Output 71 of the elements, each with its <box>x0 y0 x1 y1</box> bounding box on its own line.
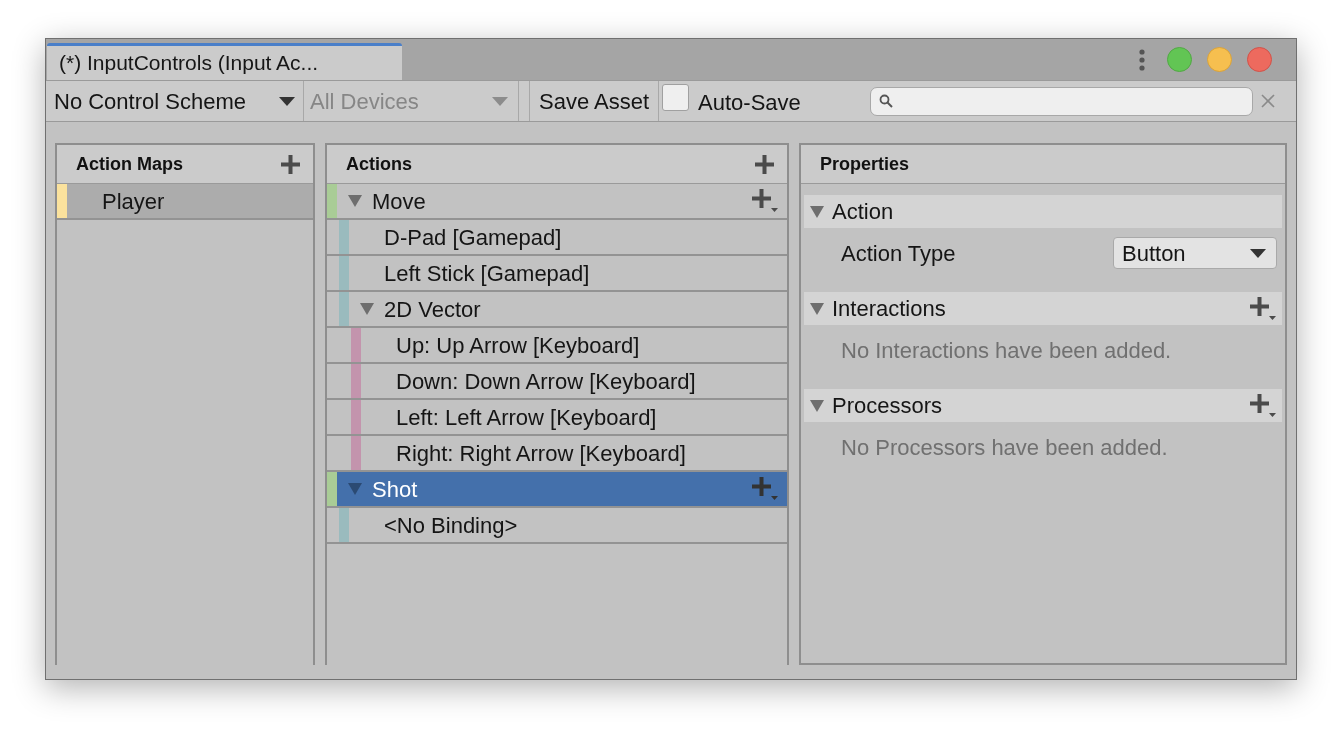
close-icon[interactable] <box>1247 47 1272 72</box>
tree-row[interactable]: Down: Down Arrow [Keyboard] <box>327 364 787 400</box>
section-title: Interactions <box>832 295 946 323</box>
tree-row[interactable]: Up: Up Arrow [Keyboard] <box>327 328 787 364</box>
stripe-icon <box>327 184 337 218</box>
row-label: Shot <box>372 475 418 504</box>
row-label: Left Stick [Gamepad] <box>384 259 590 288</box>
section-title: Processors <box>832 392 943 420</box>
caret-icon <box>1250 248 1266 258</box>
tree-row[interactable]: Shot <box>327 472 787 508</box>
row-label: Right: Right Arrow [Keyboard] <box>396 439 686 468</box>
stripe-icon <box>351 328 361 362</box>
search-field[interactable] <box>870 86 1253 116</box>
plus-icon[interactable] <box>755 154 774 174</box>
row-label: Move <box>372 187 426 216</box>
map-row[interactable]: Player <box>57 184 313 220</box>
tree-row[interactable]: D-Pad [Gamepad] <box>327 220 787 256</box>
stripe-icon <box>351 364 361 398</box>
row-label: <No Binding> <box>384 511 518 540</box>
control-scheme-dropdown[interactable]: No Control Scheme <box>46 81 304 121</box>
plus-caret-icon[interactable] <box>752 189 778 213</box>
tree-row[interactable]: 2D Vector <box>327 292 787 328</box>
row-label: Left: Left Arrow [Keyboard] <box>396 403 657 432</box>
stripe-icon <box>57 184 67 218</box>
empty-message: No Interactions have been added. <box>841 336 1172 365</box>
stripe-icon <box>339 220 349 254</box>
stripe-icon <box>351 400 361 434</box>
stripe-icon <box>339 292 349 326</box>
stripe-icon <box>327 472 337 506</box>
plus-caret-icon[interactable] <box>1250 393 1276 418</box>
row-label: D-Pad [Gamepad] <box>384 223 562 252</box>
section-header[interactable]: Action <box>804 195 1282 228</box>
triangle-down-icon[interactable] <box>348 483 362 495</box>
save-asset-button[interactable]: Save Asset <box>530 81 660 121</box>
section-header[interactable]: Interactions <box>804 292 1282 325</box>
auto-save-checkbox[interactable] <box>662 84 690 111</box>
stripe-icon <box>339 508 349 542</box>
stripe-icon <box>339 256 349 290</box>
row-label: 2D Vector <box>384 295 481 324</box>
section-header[interactable]: Processors <box>804 389 1282 422</box>
empty-message: No Processors have been added. <box>841 433 1168 462</box>
minimize-icon[interactable] <box>1207 47 1232 72</box>
section-title: Action <box>832 198 894 226</box>
row-label: Down: Down Arrow [Keyboard] <box>396 367 696 396</box>
tree-row[interactable]: <No Binding> <box>327 508 787 544</box>
caret-icon <box>492 96 508 106</box>
triangle-down-icon[interactable] <box>360 303 374 315</box>
tree-row[interactable]: Left Stick [Gamepad] <box>327 256 787 292</box>
tree-row[interactable]: Move <box>327 184 787 220</box>
panel-title: Properties <box>820 152 910 176</box>
search-icon <box>879 94 893 108</box>
more-menu-icon[interactable] <box>1139 48 1145 71</box>
panel-title: Actions <box>346 152 412 176</box>
window-tab[interactable]: (*) InputControls (Input Ac... <box>47 43 402 80</box>
clear-icon[interactable] <box>1261 94 1275 108</box>
plus-caret-icon[interactable] <box>752 477 778 501</box>
plus-icon[interactable] <box>281 154 300 174</box>
stripe-icon <box>351 436 361 470</box>
auto-save-label: Auto-Save <box>698 89 801 117</box>
triangle-down-icon[interactable] <box>348 195 362 207</box>
triangle-down-icon[interactable] <box>810 205 824 218</box>
triangle-down-icon[interactable] <box>810 399 824 412</box>
caret-icon <box>279 96 295 106</box>
field-label: Action Type <box>841 239 956 268</box>
action-type-dropdown[interactable]: Button <box>1113 237 1277 269</box>
tree-row[interactable]: Left: Left Arrow [Keyboard] <box>327 400 787 436</box>
plus-caret-icon[interactable] <box>1250 296 1276 321</box>
map-name: Player <box>102 187 165 216</box>
row-label: Up: Up Arrow [Keyboard] <box>396 331 640 360</box>
panel-title: Action Maps <box>76 152 183 176</box>
triangle-down-icon[interactable] <box>810 302 824 315</box>
